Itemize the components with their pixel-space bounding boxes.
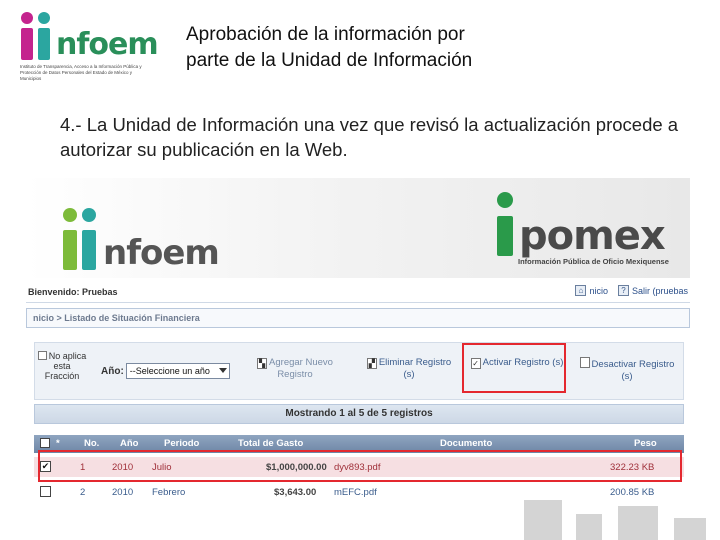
document-icon: ▚ xyxy=(257,358,268,369)
year-filter: Año: --Seleccione un año xyxy=(101,363,230,379)
deactivate-record-label: Desactivar Registro (s) xyxy=(591,359,675,382)
logo-subtitle: Instituto de Transparencia, Acceso a la … xyxy=(20,64,142,81)
cell-total: $3,643.00 xyxy=(274,487,317,498)
welcome-text: Bienvenido: Pruebas xyxy=(28,287,118,297)
slide-title-line-2: parte de la Unidad de Información xyxy=(186,50,473,71)
cell-year: 2010 xyxy=(112,487,134,498)
logo-i-teal xyxy=(81,208,97,270)
year-label: Año: xyxy=(101,365,124,377)
chevron-down-icon xyxy=(218,368,227,373)
no-apply-checkbox[interactable] xyxy=(37,351,47,360)
cell-no: 2 xyxy=(80,487,86,498)
banner-logo-text: nfoem xyxy=(103,233,220,273)
logout-link[interactable]: ? Salir (pruebas xyxy=(617,285,688,296)
no-apply-option[interactable]: No aplica esta Fracción xyxy=(37,351,87,381)
top-links: ⌂ nicio ? Salir (pruebas xyxy=(575,285,688,296)
infoem-logo: nfoem Instituto de Transparencia, Acceso… xyxy=(20,10,160,82)
add-record-button[interactable]: ▚ Agregar Nuevo Registro xyxy=(247,357,343,381)
home-icon: ⌂ xyxy=(575,285,587,296)
breadcrumb[interactable]: nicio > Listado de Situación Financiera xyxy=(33,313,200,323)
logo-i-ipomex xyxy=(496,192,514,256)
year-select-value: --Seleccione un año xyxy=(129,366,210,376)
welcome-bar: Bienvenido: Pruebas ⌂ nicio ? Salir (pru… xyxy=(26,281,690,303)
cell-size: 200.85 KB xyxy=(610,487,655,498)
col-no[interactable]: No. xyxy=(84,438,99,449)
activate-highlight-box xyxy=(462,343,566,393)
col-size[interactable]: Peso xyxy=(634,438,657,449)
ipomex-subtitle: Información Pública de Oficio Mexiquense xyxy=(518,257,669,266)
home-link-label: nicio xyxy=(589,285,608,296)
website-screenshot: nfoem pomex Información Pública de Ofici… xyxy=(26,178,690,502)
delete-record-button[interactable]: ▞ Eliminar Registro (s) xyxy=(361,357,457,381)
slide-title-line-1: Aprobación de la información por xyxy=(186,24,465,45)
delete-record-label: Eliminar Registro (s) xyxy=(378,357,452,380)
no-apply-label: No aplica esta Fracción xyxy=(44,351,87,381)
cell-document[interactable]: mEFC.pdf xyxy=(334,487,377,498)
col-total[interactable]: Total de Gasto xyxy=(238,438,303,449)
slide-body-text: 4.- La Unidad de Información una vez que… xyxy=(60,114,679,160)
ipomex-logo: pomex Información Pública de Oficio Mexi… xyxy=(496,186,676,272)
records-info-bar: Mostrando 1 al 5 de 5 registros xyxy=(34,404,684,424)
logo-i-green xyxy=(62,208,78,270)
row-checkbox[interactable] xyxy=(40,486,51,497)
site-banner: nfoem pomex Información Pública de Ofici… xyxy=(26,178,690,278)
ipomex-logo-text: pomex xyxy=(519,213,666,259)
logout-link-label: Salir (pruebas xyxy=(631,285,688,296)
row-highlight-box xyxy=(38,450,682,482)
deactivate-record-button[interactable]: Desactivar Registro (s) xyxy=(579,357,675,383)
col-sort[interactable]: * xyxy=(56,438,60,449)
cell-period: Febrero xyxy=(152,487,186,498)
col-period[interactable]: Periodo xyxy=(164,438,199,449)
empty-checkbox-icon xyxy=(579,357,590,368)
col-year[interactable]: Año xyxy=(120,438,138,449)
logo-text: nfoem xyxy=(56,27,159,62)
select-all-checkbox[interactable] xyxy=(40,438,50,448)
breadcrumb-bar: nicio > Listado de Situación Financiera xyxy=(26,308,690,328)
logo-i-magenta xyxy=(20,12,34,60)
logo-i-teal xyxy=(37,12,51,60)
decorative-bars xyxy=(524,498,720,540)
col-document[interactable]: Documento xyxy=(440,438,492,449)
add-record-label: Agregar Nuevo Registro xyxy=(269,357,333,380)
checkbox-icon: ▞ xyxy=(366,358,377,369)
records-toolbar: No aplica esta Fracción Año: --Seleccion… xyxy=(34,342,684,400)
slide-title: Aprobación de la información por parte d… xyxy=(186,22,586,74)
logout-icon: ? xyxy=(617,285,629,296)
home-link[interactable]: ⌂ nicio xyxy=(575,285,608,296)
banner-infoem-logo[interactable]: nfoem xyxy=(62,200,220,273)
year-select[interactable]: --Seleccione un año xyxy=(125,363,230,379)
